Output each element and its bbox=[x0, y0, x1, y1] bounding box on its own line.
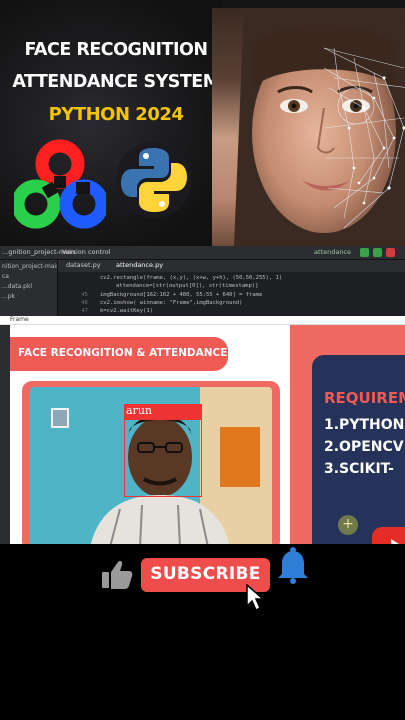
run-icon[interactable] bbox=[360, 248, 369, 257]
tree-item[interactable]: ...pk bbox=[0, 290, 57, 300]
attendance-canvas: FACE RECONGITION & ATTENDANCE arun REQUI… bbox=[10, 325, 405, 544]
code-line: imgBackground[162:162 + 480, 55:55 + 640… bbox=[100, 292, 263, 298]
thumbs-up-icon[interactable] bbox=[100, 558, 134, 592]
face-detection-box bbox=[124, 419, 202, 497]
banner-title-line2: ATTENDANCE SYSTEM bbox=[12, 72, 220, 92]
youtube-logo-icon bbox=[372, 527, 405, 544]
thumbnail-banner: FACE RECOGNITION ATTENDANCE SYSTEM PYTHO… bbox=[0, 0, 405, 246]
requirements-heading: REQUIREM bbox=[324, 389, 405, 407]
editor-tabs: dataset.py attendance.py bbox=[58, 260, 405, 272]
code-line: k=cv2.waitKey(1) bbox=[100, 308, 153, 314]
run-config-selector[interactable]: attendance bbox=[314, 248, 351, 256]
line-number: 46 bbox=[81, 300, 88, 306]
tree-item[interactable]: ...data.pkl bbox=[0, 280, 57, 290]
code-editor[interactable]: 45 46 47 cv2.rectangle(frame, (x,y), (x+… bbox=[58, 272, 405, 316]
stop-icon[interactable] bbox=[386, 248, 395, 257]
detected-name-label: arun bbox=[124, 404, 202, 419]
requirement-item: 1.PYTHON bbox=[324, 417, 405, 433]
ide-window: ...gnition_project-main Version control … bbox=[0, 246, 405, 316]
tree-item[interactable]: ca bbox=[0, 270, 57, 280]
frame-window: Frame FACE RECONGITION & ATTENDANCE arun… bbox=[0, 316, 405, 544]
banner-title-line3: PYTHON 2024 bbox=[48, 104, 184, 125]
heading-banner: FACE RECONGITION & ATTENDANCE bbox=[10, 337, 228, 371]
tab-dataset[interactable]: dataset.py bbox=[66, 261, 101, 269]
info-panel: REQUIREM 1.PYTHON 2.OPENCV 3.SCIKIT- + bbox=[290, 325, 405, 544]
bell-icon[interactable] bbox=[276, 546, 310, 584]
subscribe-label: SUBSCRIBE bbox=[150, 564, 261, 584]
ide-toolbar: ...gnition_project-main Version control … bbox=[0, 246, 405, 260]
video-frame: FACE RECOGNITION ATTENDANCE SYSTEM PYTHO… bbox=[0, 0, 405, 720]
face-scan-photo bbox=[212, 8, 405, 246]
banner-title-area: FACE RECOGNITION ATTENDANCE SYSTEM PYTHO… bbox=[0, 0, 222, 246]
project-tree: nition_project-main ca ...data.pkl ...pk bbox=[0, 260, 58, 316]
python-logo-icon bbox=[116, 142, 192, 218]
code-line: cv2.imshow( winname: "Frame",imgBackgrou… bbox=[100, 300, 243, 306]
tab-attendance[interactable]: attendance.py bbox=[116, 261, 163, 269]
debug-icon[interactable] bbox=[373, 248, 382, 257]
ide-side-strip bbox=[0, 325, 10, 544]
banner-title-line1: FACE RECOGNITION bbox=[24, 40, 208, 60]
frame-title-bar[interactable]: Frame bbox=[0, 316, 405, 325]
requirements-card: REQUIREM 1.PYTHON 2.OPENCV 3.SCIKIT- + bbox=[312, 355, 405, 544]
heading-text: FACE RECONGITION & ATTENDANCE bbox=[18, 347, 228, 359]
frame-window-title: Frame bbox=[10, 316, 29, 323]
requirement-item: 3.SCIKIT- bbox=[324, 461, 394, 477]
mouse-pointer-icon bbox=[246, 584, 265, 612]
version-control-menu[interactable]: Version control bbox=[62, 248, 111, 256]
face-illustration bbox=[234, 8, 405, 246]
line-number: 45 bbox=[81, 292, 88, 298]
code-line: cv2.rectangle(frame, (x,y), (x+w, y+h), … bbox=[100, 275, 283, 281]
tree-item[interactable]: nition_project-main bbox=[0, 260, 57, 270]
code-line: attendance=[str(output[0]), str(timestam… bbox=[116, 283, 259, 289]
plus-icon: + bbox=[338, 515, 358, 535]
line-number: 47 bbox=[81, 308, 88, 314]
subscribe-overlay: SUBSCRIBE bbox=[0, 544, 405, 720]
requirement-item: 2.OPENCV bbox=[324, 439, 404, 455]
opencv-logo-icon bbox=[14, 139, 106, 229]
